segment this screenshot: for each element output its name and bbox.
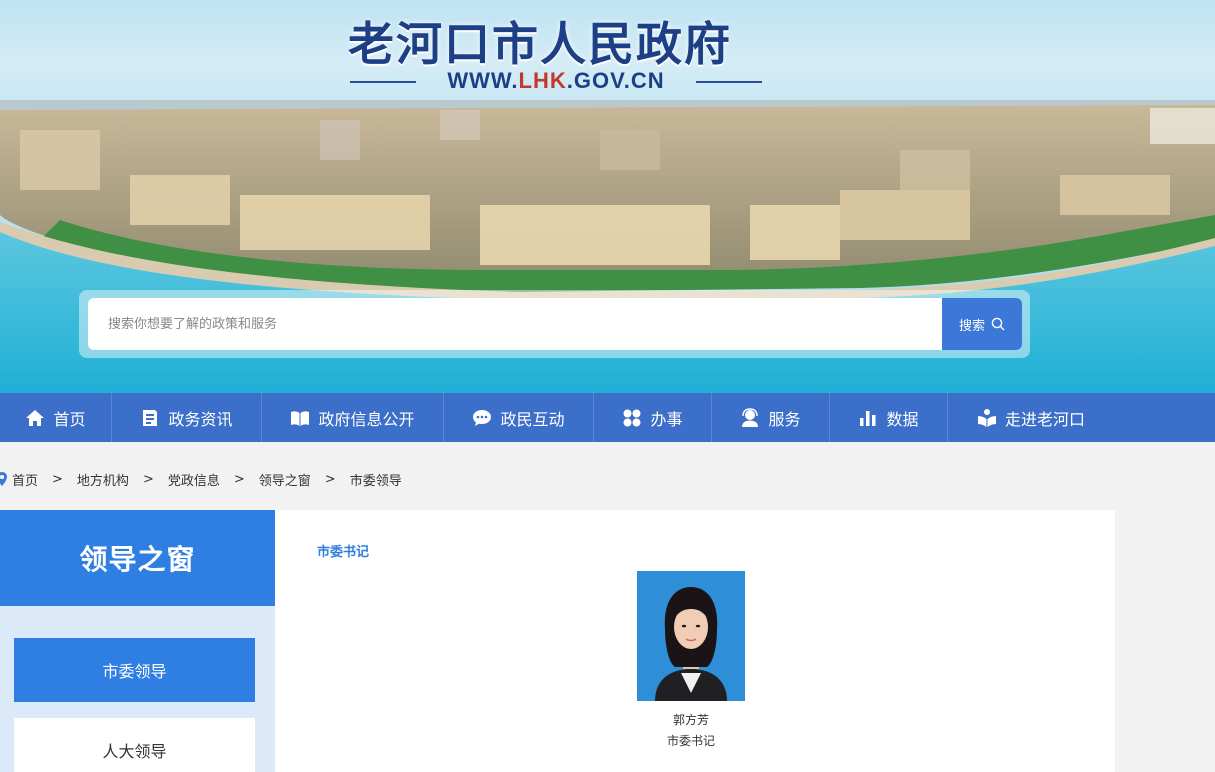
nav-item-about[interactable]: 走进老河口 — [948, 393, 1114, 442]
decor-line-left — [350, 81, 416, 83]
nav-item-interaction[interactable]: 政民互动 — [444, 393, 594, 442]
search-button-label: 搜索 — [958, 318, 985, 334]
news-icon — [143, 409, 158, 426]
nav-item-label: 走进老河口 — [1004, 409, 1085, 429]
nav-item-label: 政民互动 — [500, 409, 565, 429]
main-nav: 首页 政务资讯 政府信息公开 政民互动 办事 服务 数据 走进老河口 — [0, 393, 1215, 442]
book-icon — [291, 410, 310, 426]
nav-item-label: 首页 — [53, 409, 86, 429]
home-icon — [26, 409, 45, 426]
sidebar-item-label: 市委领导 — [102, 662, 167, 681]
search-bar: 搜索 — [79, 290, 1030, 358]
main-content: 市委书记 郭方芳 市委书记 — [275, 510, 1115, 772]
chat-icon — [473, 409, 492, 426]
decor-line-right — [696, 81, 762, 83]
nav-item-label: 服务 — [768, 409, 801, 429]
site-title: 老河口市人民政府 — [348, 17, 732, 71]
breadcrumb-leaders-window[interactable]: 领导之窗 — [259, 470, 311, 489]
breadcrumb-separator: > — [233, 471, 245, 487]
nav-item-label: 政府信息公开 — [318, 409, 415, 429]
nav-item-service[interactable]: 服务 — [712, 393, 830, 442]
leader-title: 市委书记 — [666, 734, 715, 748]
grid-icon — [623, 409, 641, 426]
nav-item-label: 政务资讯 — [168, 409, 233, 429]
breadcrumb-separator: > — [52, 471, 63, 487]
breadcrumb-separator: > — [324, 471, 336, 487]
leader-profile-card[interactable]: 郭方芳 市委书记 — [637, 571, 745, 749]
breadcrumb-local-agencies[interactable]: 地方机构 — [77, 470, 129, 489]
section-title: 市委书记 — [317, 545, 370, 560]
nav-item-home[interactable]: 首页 — [0, 393, 112, 442]
nav-item-label: 数据 — [886, 409, 919, 429]
site-url: WWW.LHK.GOV.CN — [436, 68, 676, 94]
reader-icon — [977, 408, 996, 427]
site-url-prefix: WWW. — [447, 68, 519, 93]
location-pin-icon — [0, 472, 7, 486]
search-input[interactable] — [88, 298, 942, 350]
breadcrumb-current[interactable]: 市委领导 — [350, 470, 402, 489]
nav-item-news[interactable]: 政务资讯 — [112, 393, 262, 442]
nav-item-affairs[interactable]: 办事 — [594, 393, 712, 442]
service-icon — [742, 407, 759, 427]
nav-item-data[interactable]: 数据 — [830, 393, 948, 442]
breadcrumb-separator: > — [142, 471, 154, 487]
site-url-suffix: .GOV.CN — [566, 68, 665, 93]
search-icon — [991, 317, 1005, 331]
breadcrumb: 首页 > 地方机构 > 党政信息 > 领导之窗 > 市委领导 — [0, 468, 402, 490]
sidebar: 领导之窗 市委领导 人大领导 — [0, 510, 275, 772]
nav-item-label: 办事 — [650, 409, 683, 429]
leader-name[interactable]: 郭方芳 — [637, 711, 745, 728]
breadcrumb-party-gov-info[interactable]: 党政信息 — [168, 470, 220, 489]
site-url-row: WWW.LHK.GOV.CN — [350, 68, 762, 96]
leader-photo[interactable] — [637, 571, 745, 701]
sidebar-item-label: 人大领导 — [102, 742, 167, 761]
sidebar-item-party-leaders[interactable]: 市委领导 — [14, 638, 255, 702]
sidebar-title: 领导之窗 — [0, 510, 275, 606]
search-button[interactable]: 搜索 — [942, 298, 1022, 350]
nav-item-gov-info[interactable]: 政府信息公开 — [262, 393, 444, 442]
chart-icon — [860, 410, 876, 426]
sidebar-item-npc-leaders[interactable]: 人大领导 — [14, 718, 255, 772]
breadcrumb-home[interactable]: 首页 — [12, 470, 38, 489]
site-url-highlight: LHK — [518, 68, 567, 93]
header-banner: 老河口市人民政府 WWW.LHK.GOV.CN 搜索 — [0, 0, 1215, 393]
